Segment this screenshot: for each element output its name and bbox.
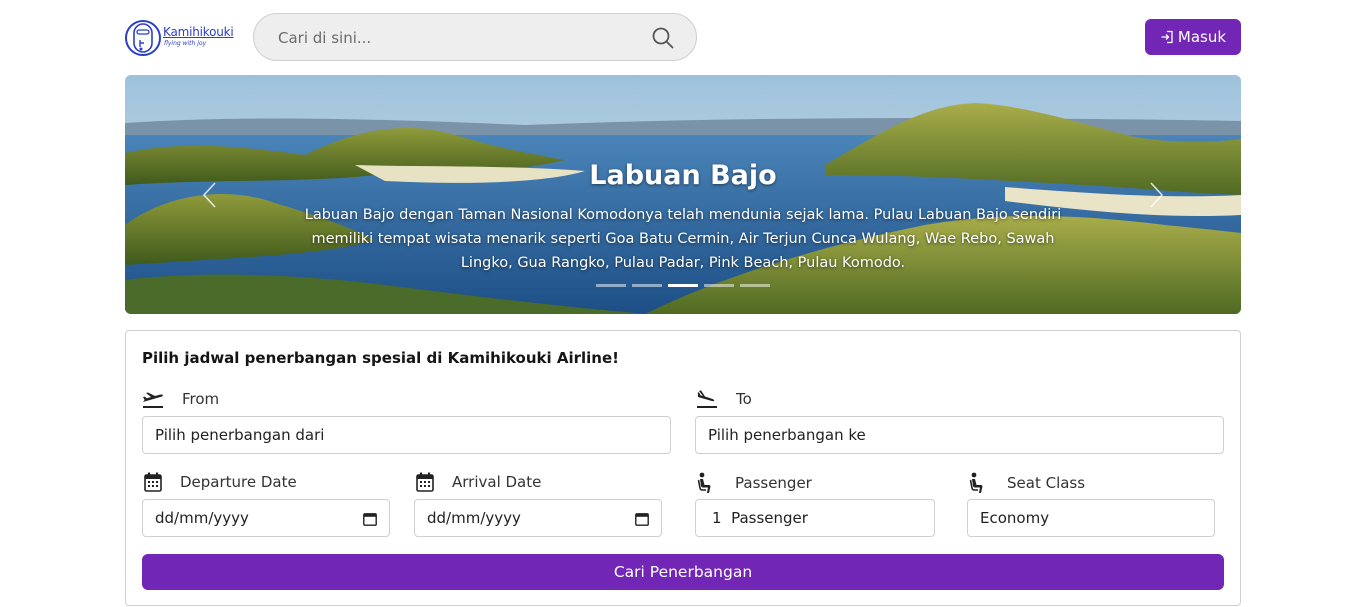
brand-name: Kamihikouki <box>163 25 234 39</box>
carousel-indicators <box>596 284 770 287</box>
calendar-icon <box>144 472 162 492</box>
to-value: Pilih penerbangan ke <box>708 426 866 444</box>
from-label-text: From <box>182 390 220 408</box>
arrival-date-label-text: Arrival Date <box>452 473 542 491</box>
carousel-next-button[interactable] <box>1146 180 1166 210</box>
login-icon <box>1161 30 1173 44</box>
hero-title: Labuan Bajo <box>589 160 777 191</box>
from-label: From <box>142 389 219 409</box>
carousel-prev-button[interactable] <box>200 180 220 210</box>
navbar: Kamihikouki flying with joy Masuk <box>0 0 1366 75</box>
calendar-picker-icon[interactable] <box>363 512 377 526</box>
passenger-label: Passenger <box>697 472 812 494</box>
seat-class-input[interactable]: Economy <box>967 499 1215 537</box>
carousel-indicator-active[interactable] <box>668 284 698 287</box>
search-flight-label: Cari Penerbangan <box>613 563 753 581</box>
from-value: Pilih penerbangan dari <box>155 426 325 444</box>
to-label-text: To <box>736 390 752 408</box>
departure-date-input[interactable]: dd/mm/yyyy <box>142 499 390 537</box>
arrival-date-input[interactable]: dd/mm/yyyy <box>414 499 662 537</box>
flight-search-card: Pilih jadwal penerbangan spesial di Kami… <box>125 330 1241 606</box>
hero-carousel: Labuan Bajo Labuan Bajo dengan Taman Nas… <box>125 75 1241 314</box>
calendar-icon <box>416 472 434 492</box>
chevron-right-icon <box>1150 182 1164 208</box>
form-heading: Pilih jadwal penerbangan spesial di Kami… <box>142 349 619 367</box>
hero-description: Labuan Bajo dengan Taman Nasional Komodo… <box>304 207 1062 271</box>
brand-tagline: flying with joy <box>164 40 207 47</box>
passenger-input[interactable]: 1 Passenger <box>695 499 935 537</box>
passenger-label-text: Passenger <box>735 474 812 492</box>
login-button[interactable]: Masuk <box>1145 19 1241 55</box>
carousel-indicator[interactable] <box>632 284 662 287</box>
to-field[interactable]: Pilih penerbangan ke <box>695 416 1224 454</box>
login-label: Masuk <box>1177 28 1227 46</box>
seat-class-value: Economy <box>980 509 1050 527</box>
hero-image <box>125 75 1241 314</box>
arrival-date-value: dd/mm/yyyy <box>427 509 521 527</box>
search-input[interactable] <box>278 26 618 50</box>
calendar-picker-icon[interactable] <box>635 512 649 526</box>
departure-date-label-text: Departure Date <box>180 473 297 491</box>
logo-icon <box>125 20 161 56</box>
from-field[interactable]: Pilih penerbangan dari <box>142 416 671 454</box>
arrival-date-label: Arrival Date <box>416 472 541 492</box>
landing-icon <box>697 390 717 408</box>
departure-date-label: Departure Date <box>144 472 297 492</box>
search-flight-button[interactable]: Cari Penerbangan <box>142 554 1224 590</box>
brand-logo[interactable]: Kamihikouki flying with joy <box>125 13 240 63</box>
carousel-indicator[interactable] <box>740 284 770 287</box>
to-label: To <box>696 389 752 409</box>
seat-class-label-text: Seat Class <box>1007 474 1086 492</box>
seat-icon <box>969 472 983 493</box>
takeoff-icon <box>143 392 163 408</box>
carousel-indicator[interactable] <box>704 284 734 287</box>
search-bar[interactable] <box>253 13 697 61</box>
chevron-left-icon <box>202 182 216 208</box>
seat-class-label: Seat Class <box>969 472 1085 494</box>
passenger-value: 1 Passenger <box>712 509 808 527</box>
search-icon[interactable] <box>652 27 674 49</box>
seat-icon <box>697 472 711 493</box>
carousel-indicator[interactable] <box>596 284 626 287</box>
departure-date-value: dd/mm/yyyy <box>155 509 249 527</box>
